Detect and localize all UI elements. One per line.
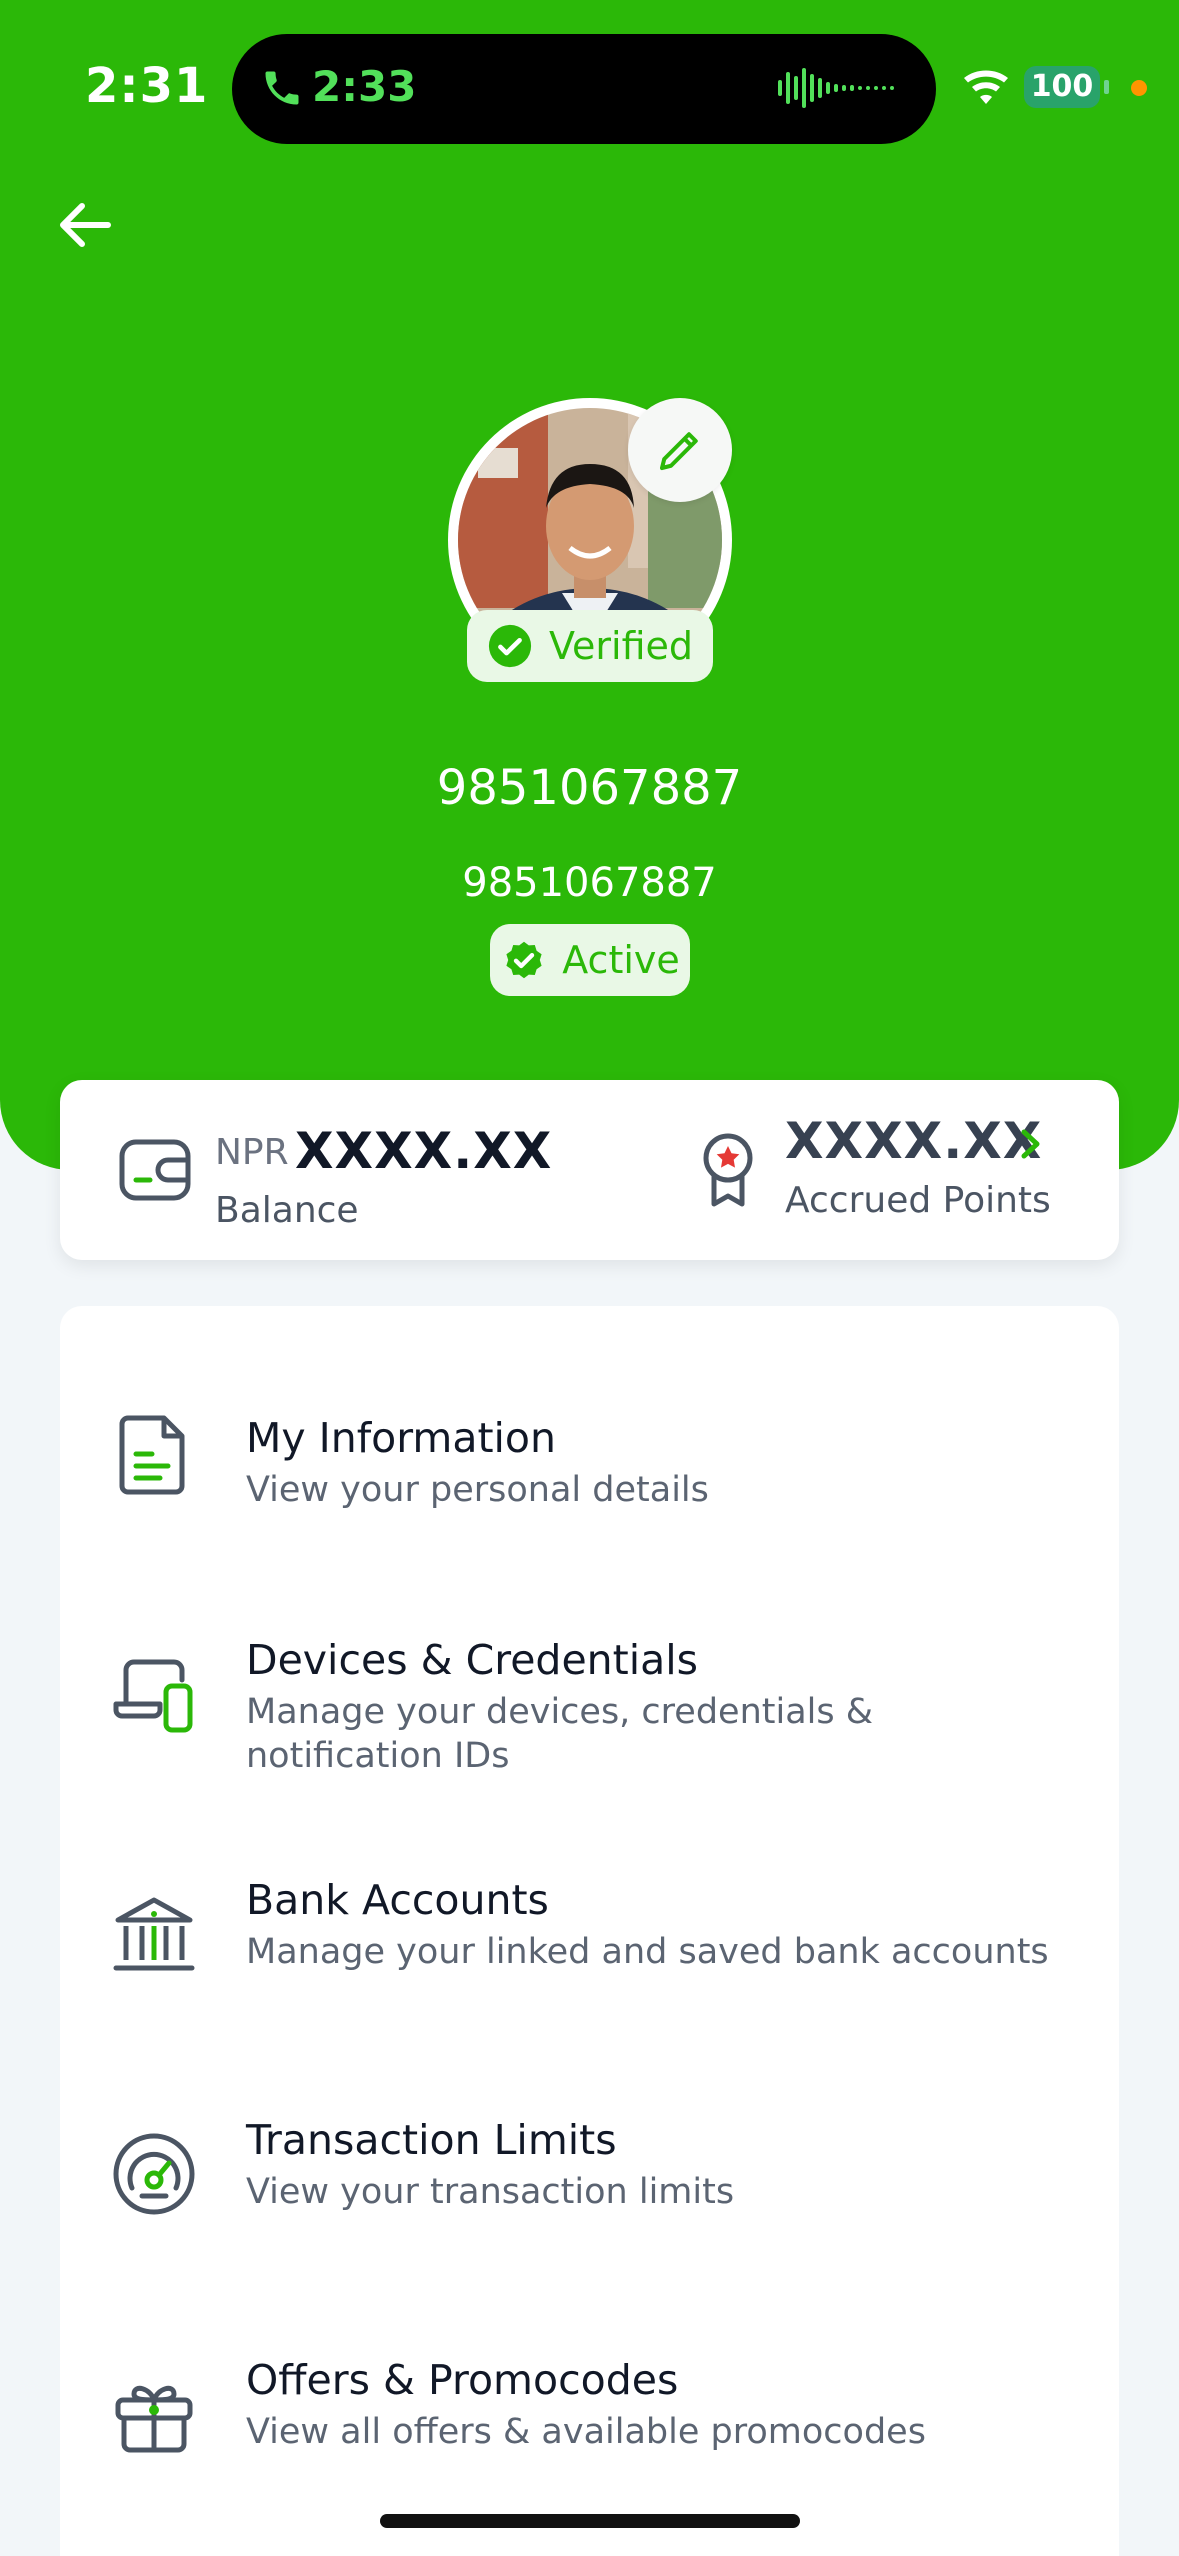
balance-value[interactable]: XXXX.XX — [295, 1122, 552, 1180]
menu-item-my-information[interactable]: My Information View your personal detail… — [60, 1396, 1119, 1596]
verified-badge: Verified — [467, 610, 713, 682]
pencil-icon — [659, 432, 698, 471]
battery-indicator: 100 — [1024, 66, 1100, 108]
menu-item-subtitle: View all offers & available promocodes — [246, 2412, 926, 2452]
menu-item-subtitle: Manage your devices, credentials & notif… — [246, 1692, 874, 1776]
balance-card: NPR XXXX.XX Balance XXXX.XX Accrued Poin… — [60, 1080, 1119, 1260]
award-medal-icon — [703, 1133, 753, 1207]
battery-nub — [1104, 80, 1109, 94]
menu-item-subtitle: Manage your linked and saved bank accoun… — [246, 1932, 1049, 1972]
menu-item-transaction-limits[interactable]: Transaction Limits View your transaction… — [60, 2116, 1119, 2316]
document-icon — [119, 1415, 185, 1495]
wifi-icon — [964, 70, 1008, 104]
devices-icon — [113, 1659, 193, 1733]
home-indicator[interactable] — [380, 2514, 800, 2528]
call-duration: 2:33 — [312, 62, 417, 111]
check-circle-icon — [488, 624, 532, 668]
currency-label: NPR — [215, 1132, 289, 1173]
accrued-points-link[interactable]: XXXX.XX Accrued Points — [785, 1106, 1085, 1236]
menu-item-devices-credentials[interactable]: Devices & Credentials Manage your device… — [60, 1636, 1119, 1836]
points-value: XXXX.XX — [785, 1112, 1043, 1170]
status-badge: Active — [490, 924, 690, 996]
phone-icon — [265, 71, 299, 105]
profile-phone-secondary: 9851067887 — [462, 860, 717, 906]
menu-item-title: My Information — [246, 1414, 557, 1462]
gift-icon — [115, 2385, 193, 2453]
menu-item-subtitle: View your transaction limits — [246, 2172, 735, 2212]
gauge-icon — [113, 2133, 195, 2215]
menu-item-title: Offers & Promocodes — [246, 2356, 679, 2404]
menu-item-bank-accounts[interactable]: Bank Accounts Manage your linked and sav… — [60, 1876, 1119, 2076]
wallet-icon — [119, 1139, 191, 1201]
profile-phone-primary: 9851067887 — [436, 760, 743, 816]
chevron-right-icon — [1021, 1129, 1040, 1159]
menu-item-title: Transaction Limits — [246, 2116, 617, 2164]
balance-label: Balance — [215, 1190, 359, 1231]
menu-item-title: Devices & Credentials — [246, 1636, 699, 1684]
points-label: Accrued Points — [785, 1180, 1051, 1221]
status-time: 2:31 — [85, 58, 209, 114]
menu-item-subtitle: View your personal details — [246, 1470, 709, 1510]
menu-card: My Information View your personal detail… — [60, 1306, 1119, 2556]
menu-item-title: Bank Accounts — [246, 1876, 549, 1924]
privacy-indicator-dot — [1131, 80, 1147, 96]
bank-icon — [113, 1897, 195, 1971]
dynamic-island[interactable]: 2:33 — [232, 34, 936, 144]
audio-waveform-icon — [778, 68, 894, 108]
status-label: Active — [562, 938, 680, 982]
verified-label: Verified — [548, 624, 694, 668]
back-arrow-icon[interactable] — [50, 190, 120, 260]
badge-check-icon — [506, 941, 542, 979]
edit-photo-button[interactable] — [628, 398, 732, 502]
